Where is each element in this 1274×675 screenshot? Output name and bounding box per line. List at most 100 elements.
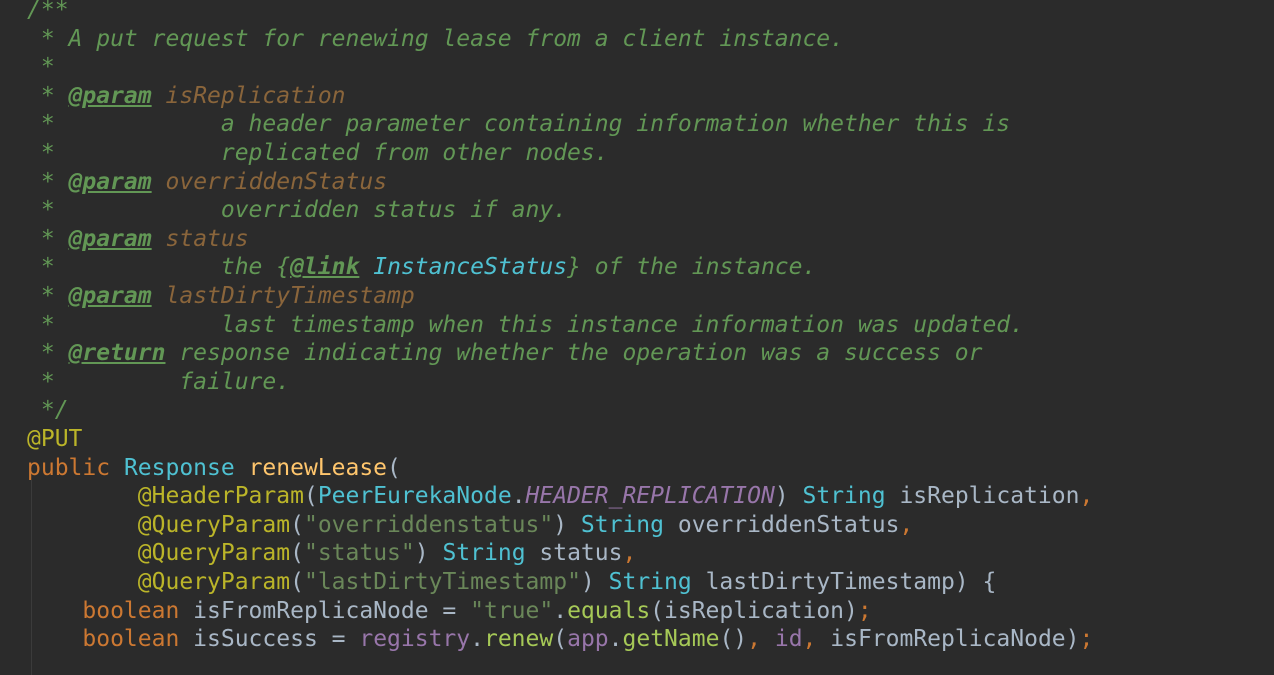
code-token-doc: * a header parameter containing informat… [27,111,1011,138]
code-token-doc: * [27,340,69,367]
code-token-plain: isReplication [899,483,1080,510]
code-line[interactable]: * A put request for renewing lease from … [27,25,844,53]
code-token-tag: @param [68,225,152,252]
code-token-plain: ( [290,569,304,595]
code-token-plain: . [470,626,484,653]
code-token-doc: * [27,283,69,309]
code-token-plain: isSuccess = [193,626,360,653]
code-line[interactable]: boolean isSuccess = registry.renew(app.g… [27,625,1093,653]
code-token-doc: */ [27,397,69,424]
code-editor[interactable]: /** * A put request for renewing lease f… [0,0,1274,675]
code-token-ann: @QueryParam [137,511,291,538]
code-token-plain: isFromReplicaNode = [193,597,471,624]
code-token-call: getName [622,626,720,653]
code-token-call: equals [567,597,651,624]
code-token-plain: ( [290,511,304,538]
code-token-plain: status [539,540,623,567]
code-token-doc [152,83,166,109]
code-token-type: String [580,511,678,538]
code-token-call: renew [483,626,554,653]
code-token-kw: boolean [82,626,194,653]
code-token-punct: , [622,540,637,567]
code-line[interactable]: @QueryParam("overriddenstatus") String o… [27,511,914,539]
code-token-linkref: InstanceStatus [373,254,568,281]
code-token-punct: , [1079,483,1094,510]
code-line[interactable]: * a header parameter containing informat… [27,110,1010,138]
code-line[interactable]: boolean isFromReplicaNode = "true".equal… [27,597,871,625]
code-line[interactable]: * @param status [27,225,249,253]
code-token-plain: lastDirtyTimestamp) { [705,569,997,595]
code-line[interactable]: * @return response indicating whether th… [27,339,983,367]
code-token-plain: ) [414,540,443,567]
code-line[interactable]: @PUT [27,425,82,453]
code-token-doc: * failure. [27,368,291,395]
code-token-doc: /** [27,0,69,23]
code-line[interactable]: @HeaderParam(PeerEurekaNode.HEADER_REPLI… [27,482,1094,510]
code-token-punct: ; [1079,626,1094,653]
code-token-str: "lastDirtyTimestamp" [303,569,581,595]
code-token-type: PeerEurekaNode [317,483,512,510]
code-token-doc [152,169,166,195]
code-token-plain: () [719,626,748,653]
code-token-tag: @param [68,168,152,195]
code-token-ann: @QueryParam [137,540,291,567]
code-line[interactable]: @QueryParam("status") String status, [27,539,637,567]
code-line[interactable]: * the {@link InstanceStatus} of the inst… [27,253,817,281]
code-token-ann: @HeaderParam [137,483,304,510]
code-token-method: renewLease [248,454,388,481]
code-token-doc: * the { [27,254,291,281]
code-token-plain: ( [290,540,304,567]
code-line[interactable]: @QueryParam("lastDirtyTimestamp") String… [27,568,997,596]
code-token-doc: * last timestamp when this instance info… [27,311,1024,338]
code-token-tag: @return [68,340,166,367]
code-token-doc [152,226,166,252]
code-token-str: "status" [303,540,415,567]
code-token-doc: * [27,168,69,195]
code-token-type: String [442,540,540,567]
code-line[interactable]: * @param lastDirtyTimestamp [27,282,415,310]
code-token-punct: , [802,626,831,653]
code-token-plain: ( [387,454,401,481]
code-token-plain: . [553,597,568,624]
code-line[interactable]: */ [27,396,69,424]
code-token-pname: overriddenStatus [165,168,388,195]
code-line[interactable]: * last timestamp when this instance info… [27,311,1024,339]
code-token-tag: @link [290,254,360,281]
code-token-plain: ) [553,511,581,538]
code-token-punct: , [747,626,775,653]
code-token-plain: ( [553,626,568,653]
code-line[interactable]: /** [27,0,69,24]
code-line[interactable]: * @param isReplication [27,82,346,110]
code-token-pname: isReplication [165,82,346,109]
code-token-kw: boolean [82,597,194,624]
code-token-pname: status [165,225,249,252]
code-line[interactable]: * failure. [27,368,290,396]
code-token-type: String [802,483,900,510]
code-token-pname: lastDirtyTimestamp [165,283,415,309]
code-token-doc: * [27,54,55,81]
code-line[interactable]: public Response renewLease( [27,454,401,482]
code-token-plain: ) [774,483,803,510]
code-token-doc: * [27,82,69,109]
code-line[interactable]: * overridden status if any. [27,196,567,224]
code-token-ann: @PUT [27,426,83,452]
code-token-field: id [774,626,803,653]
code-token-doc: * replicated from other nodes. [27,140,609,166]
code-line[interactable]: * [27,53,55,81]
code-token-type: String [608,569,706,595]
code-token-plain: ( [303,483,318,510]
code-line[interactable]: * @param overriddenStatus [27,168,387,196]
code-token-tag: @param [68,283,152,309]
code-token-str: "true" [470,597,554,624]
code-token-plain: (isReplication) [650,597,858,624]
code-token-const: HEADER_REPLICATION [525,483,775,510]
code-token-tag: @param [68,82,152,109]
code-line[interactable]: * replicated from other nodes. [27,139,609,167]
code-token-plain: overriddenStatus [677,511,900,538]
code-token-plain: . [608,626,623,653]
code-token-doc [152,283,166,309]
